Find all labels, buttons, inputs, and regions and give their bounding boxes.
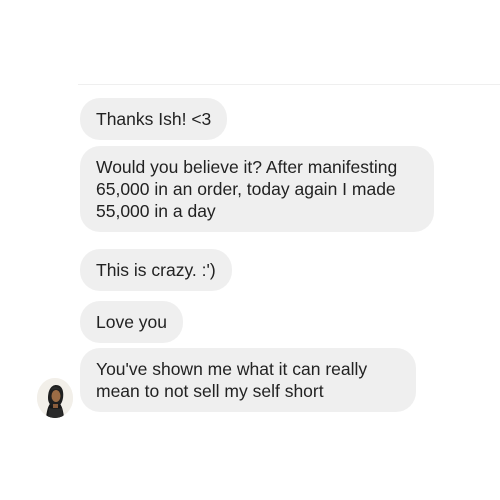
top-divider bbox=[78, 84, 500, 85]
message-bubble-shown[interactable]: You've shown me what it can really mean … bbox=[80, 348, 416, 412]
chat-screenshot: Thanks Ish! <3 Would you believe it? Aft… bbox=[0, 0, 500, 500]
avatar[interactable] bbox=[37, 378, 73, 418]
bottom-crop-edge bbox=[78, 412, 438, 424]
message-bubble-manifesting[interactable]: Would you believe it? After manifesting … bbox=[80, 146, 434, 232]
message-bubble-love[interactable]: Love you bbox=[80, 301, 184, 343]
message-bubble-thanks[interactable]: Thanks Ish! <3 bbox=[80, 98, 228, 140]
person-avatar-icon bbox=[37, 378, 73, 418]
message-bubble-crazy[interactable]: This is crazy. :') bbox=[80, 249, 232, 291]
